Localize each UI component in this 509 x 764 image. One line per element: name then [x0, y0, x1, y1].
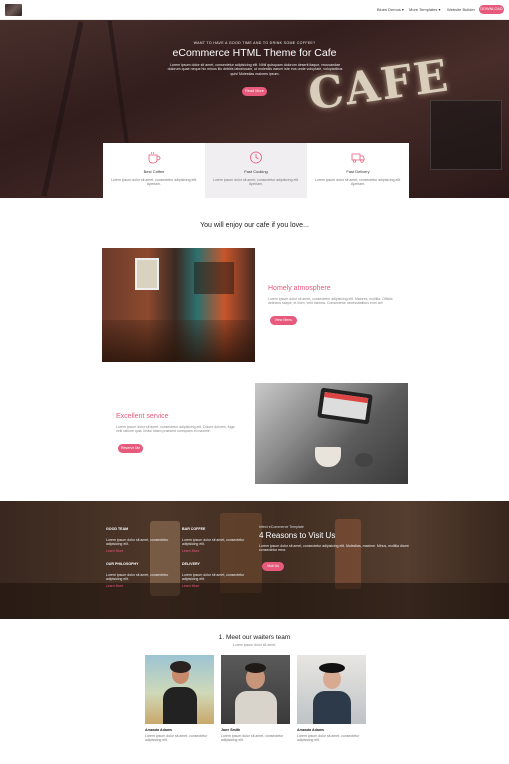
service-description: Lorem ipsum dolor sit amet, consectetur … [116, 425, 235, 434]
reserve-button[interactable]: Reserve Me [118, 444, 143, 453]
coffee-cup [315, 447, 341, 467]
member-body [163, 687, 197, 724]
feature-card-fast-delivery: Fast Delivery Lorem ipsum dolor sit amet… [307, 143, 409, 198]
menu-board [430, 100, 502, 170]
member-name: Amanda Adams [297, 728, 325, 732]
view-menu-button[interactable]: View Menu [270, 316, 297, 325]
reason-learn-more-link[interactable]: Learn More [182, 549, 199, 553]
team-member-photo [145, 655, 214, 724]
reason-title: BAR COFFEE [182, 527, 206, 531]
bar-shelf [194, 262, 234, 294]
reason-title: OUR PHILOSOPHY [106, 562, 139, 566]
reason-title: DELIVERY [182, 562, 200, 566]
feature-title: Fast Delivery [346, 169, 370, 174]
feature-description: Lorem ipsum dolor sit amet, consectetur … [111, 178, 197, 187]
coffee-cup-icon [148, 151, 161, 164]
wall-poster [135, 258, 159, 290]
top-navbar: Blues Demos ▾ More Templates ▾ Website B… [0, 0, 509, 20]
feature-card-best-coffee: Best Coffee Lorem ipsum dolor sit amet, … [103, 143, 205, 198]
member-description: Lorem ipsum dolor sit amet, consectetur … [297, 734, 360, 743]
nav-link-more-templates[interactable]: More Templates ▾ [409, 7, 441, 12]
site-logo[interactable] [5, 4, 22, 16]
wood-shelf [0, 583, 509, 619]
feature-description: Lorem ipsum dolor sit amet, consectetur … [213, 178, 299, 187]
reasons-title: 4 Reasons to Visit Us [259, 531, 336, 540]
reason-learn-more-link[interactable]: Learn More [182, 584, 199, 588]
hero-title: eCommerce HTML Theme for Cafe [172, 47, 337, 59]
visit-us-button[interactable]: Visit Us [262, 562, 284, 571]
feature-title: Best Coffee [143, 169, 165, 174]
service-photo [255, 383, 408, 484]
section-heading-enjoy: You will enjoy our cafe if you love... [200, 222, 309, 229]
member-name: Jane Smith [221, 728, 241, 732]
homely-description: Lorem ipsum dolor sit amet, consectetur … [268, 297, 393, 306]
reason-description: Lorem ipsum dolor sit amet, consectetur … [106, 538, 169, 547]
reason-description: Lorem ipsum dolor sit amet, consectetur … [182, 538, 245, 547]
reason-learn-more-link[interactable]: Learn More [106, 549, 123, 553]
tablet [317, 387, 373, 425]
member-description: Lorem ipsum dolor sit amet, consectetur … [221, 734, 284, 743]
member-hair [245, 663, 266, 673]
cafe-interior-photo [102, 248, 255, 362]
reason-learn-more-link[interactable]: Learn More [106, 584, 123, 588]
team-subtitle: Lorem ipsum dolor sit amet. [232, 643, 277, 647]
nav-link-website-builder[interactable]: Website Builder [447, 7, 475, 12]
feature-card-fast-cooking: Fast Cooking Lorem ipsum dolor sit amet,… [205, 143, 307, 198]
reason-title: GOOD TEAM [106, 527, 129, 531]
hero-description: Lorem ipsum dolor sit amet, consectetur … [167, 63, 343, 76]
delivery-icon [351, 153, 365, 163]
tables-shadow [102, 320, 255, 362]
homely-title: Homely atmosphere [268, 285, 331, 292]
clock-icon [250, 151, 262, 164]
reason-description: Lorem ipsum dolor sit amet, consectetur … [106, 573, 169, 582]
grinder [335, 519, 361, 589]
member-description: Lorem ipsum dolor sit amet, consectetur … [145, 734, 208, 743]
hero-kicker: WANT TO HAVE A GOOD TIME AND TO DRINK SO… [193, 41, 316, 45]
nav-link-blues-demos[interactable]: Blues Demos ▾ [377, 7, 404, 12]
team-member-photo [221, 655, 290, 724]
feature-description: Lorem ipsum dolor sit amet, consectetur … [315, 178, 401, 187]
coffee-saucer [355, 453, 373, 467]
hero-read-more-button[interactable]: Read More [242, 87, 267, 96]
member-cap [319, 663, 345, 673]
download-button[interactable]: DOWNLOAD [479, 5, 504, 14]
reasons-band [0, 501, 509, 619]
team-member-photo [297, 655, 366, 724]
team-title: 1. Meet our waiters team [218, 634, 291, 641]
member-body [235, 691, 277, 724]
reason-description: Lorem ipsum dolor sit amet, consectetur … [182, 573, 245, 582]
reasons-description: Lorem ipsum dolor sit amet, consectetur … [259, 544, 409, 553]
feature-title: Fast Cooking [244, 169, 268, 174]
member-body [313, 691, 351, 724]
service-title: Excellent service [116, 413, 169, 420]
reasons-kicker: Infect eCommerce Template [259, 525, 304, 529]
member-hair [170, 661, 191, 673]
member-name: Amanda Adams [145, 728, 173, 732]
